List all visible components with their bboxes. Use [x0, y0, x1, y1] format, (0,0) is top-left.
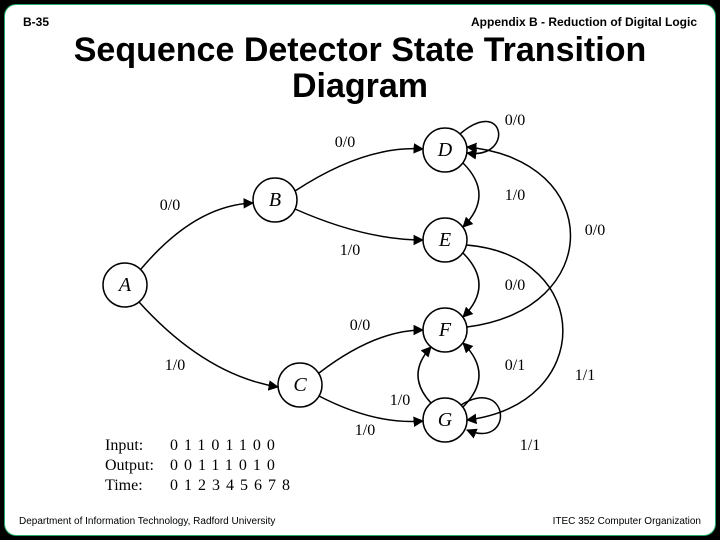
- edge-A-B: 0/0: [160, 197, 180, 214]
- svg-text:E: E: [438, 229, 451, 251]
- svg-text:B: B: [269, 189, 281, 211]
- edge-G-F: 1/0: [390, 392, 410, 409]
- footer-department: Department of Information Technology, Ra…: [19, 516, 275, 527]
- state-node-C: C: [278, 363, 322, 407]
- title-line-2: Diagram: [292, 67, 428, 105]
- io-label-output: Output:: [105, 457, 154, 474]
- state-node-B: B: [253, 178, 297, 222]
- edge-E-F: 0/0: [505, 277, 525, 294]
- slide-frame: B-35 Appendix B - Reduction of Digital L…: [4, 4, 716, 536]
- state-node-E: E: [423, 218, 467, 262]
- svg-text:F: F: [438, 319, 452, 341]
- page-title: Sequence Detector State Transition Diagr…: [5, 33, 715, 104]
- state-node-F: F: [423, 308, 467, 352]
- io-values-output: 00111010: [170, 457, 281, 474]
- state-node-A: A: [103, 263, 147, 307]
- edge-B-D: 0/0: [335, 134, 355, 151]
- edge-F-D: 0/0: [585, 222, 605, 239]
- io-label-input: Input:: [105, 437, 143, 454]
- chapter-label: Appendix B - Reduction of Digital Logic: [471, 15, 697, 29]
- io-values-time: 012345678: [170, 477, 296, 494]
- edge-B-E: 1/0: [340, 242, 360, 259]
- svg-text:G: G: [438, 409, 453, 431]
- edge-D-D: 0/0: [505, 112, 525, 129]
- edge-D-E: 1/0: [505, 187, 525, 204]
- state-node-G: G: [423, 398, 467, 442]
- svg-text:D: D: [437, 139, 453, 161]
- edge-F-E: 0/1: [505, 357, 525, 374]
- edge-C-F: 0/0: [350, 317, 370, 334]
- svg-text:C: C: [293, 374, 307, 396]
- edge-A-C: 1/0: [165, 357, 185, 374]
- io-values-input: 01101100: [170, 437, 281, 454]
- state-transition-diagram: A B C D E F G 0/0 1/0: [5, 105, 720, 505]
- title-line-1: Sequence Detector State Transition: [74, 31, 647, 69]
- page-number: B-35: [23, 15, 49, 29]
- footer-course: ITEC 352 Computer Organization: [553, 516, 701, 527]
- state-node-D: D: [423, 128, 467, 172]
- edge-C-G: 1/0: [355, 422, 375, 439]
- edge-G-G: 1/1: [520, 437, 540, 454]
- edge-E-G: 1/1: [575, 367, 595, 384]
- io-label-time: Time:: [105, 477, 143, 494]
- svg-text:A: A: [117, 274, 132, 296]
